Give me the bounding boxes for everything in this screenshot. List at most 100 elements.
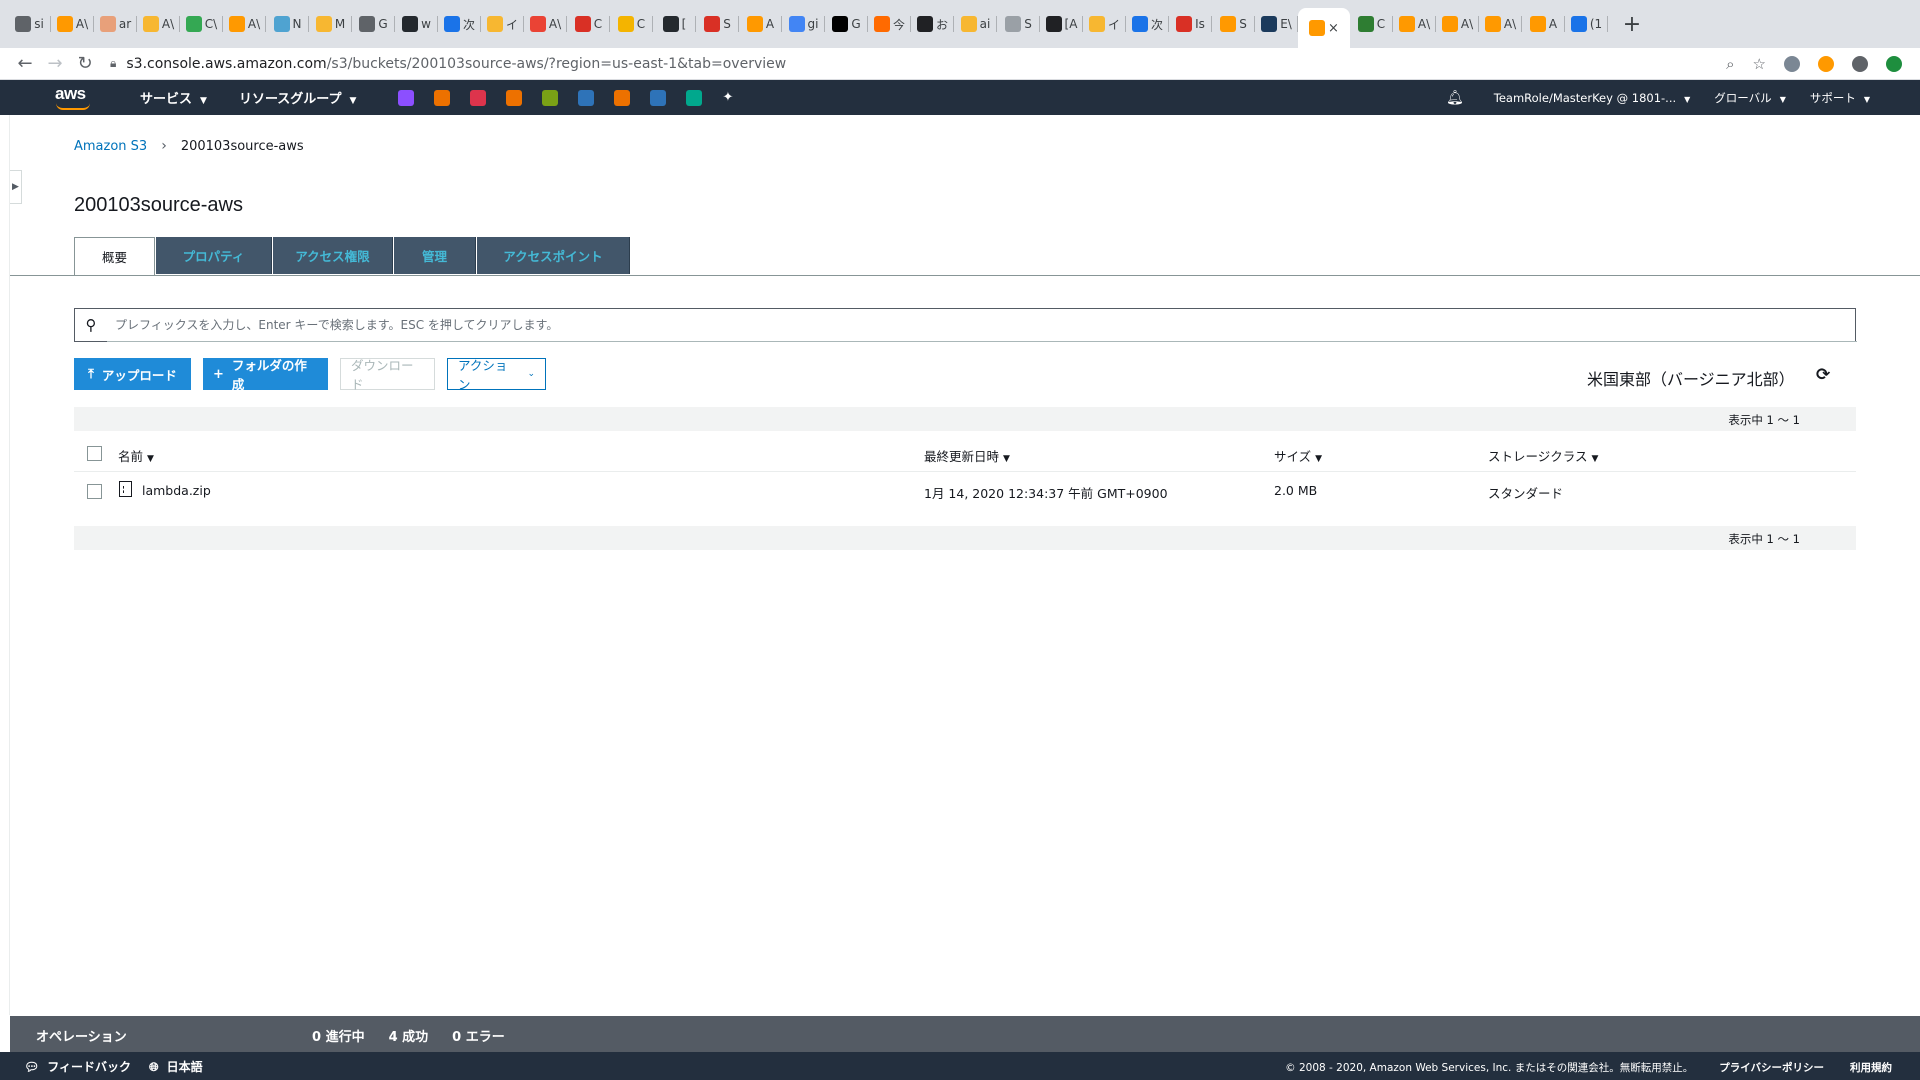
back-icon[interactable]: ← — [10, 53, 40, 74]
browser-tab[interactable]: E\ — [1255, 6, 1298, 42]
browser-tab[interactable]: A\ — [1393, 6, 1436, 42]
support-menu[interactable]: サポート ▼ — [1810, 90, 1870, 106]
browser-tab[interactable]: C — [567, 6, 610, 42]
bookmark-star-icon[interactable]: ☆ — [1753, 55, 1766, 73]
pinned-service-icon[interactable] — [506, 89, 523, 106]
profile-avatar-icon[interactable] — [1852, 55, 1868, 72]
side-panel-toggle-icon[interactable]: ▶ — [10, 170, 22, 204]
amazon-extension-icon[interactable] — [1818, 55, 1834, 72]
browser-tab[interactable]: S — [1212, 6, 1255, 42]
pinned-service-icon[interactable] — [398, 89, 415, 106]
browser-tab[interactable]: ai — [954, 6, 997, 42]
browser-tab[interactable]: A — [739, 6, 782, 42]
browser-tab[interactable]: A\ — [524, 6, 567, 42]
url-field[interactable]: 🔒︎ s3.console.aws.amazon.com/s3/buckets/… — [110, 56, 1726, 72]
browser-tab[interactable]: G — [825, 6, 868, 42]
browser-tab-title: A — [765, 17, 775, 31]
account-menu[interactable]: TeamRole/MasterKey @ 1801-... ▼ — [1494, 91, 1691, 105]
browser-tab[interactable]: G — [352, 6, 395, 42]
pinned-service-icon[interactable] — [614, 89, 631, 106]
region-menu[interactable]: グローバル ▼ — [1714, 90, 1786, 106]
file-name-link[interactable]: lambda.zip — [142, 483, 211, 498]
actions-dropdown[interactable]: アクション ⌄ — [447, 358, 546, 392]
sort-down-icon: ▼ — [1315, 454, 1323, 464]
close-tab-icon[interactable]: × — [1328, 21, 1339, 36]
feedback-link[interactable]: 💬︎ フィードバック — [24, 1058, 131, 1075]
column-size[interactable]: サイズ ▼ — [1274, 446, 1322, 465]
create-folder-button-label: フォルダの作成 — [231, 358, 307, 392]
browser-tab[interactable]: イ — [481, 6, 524, 42]
browser-tab[interactable]: A\ — [51, 6, 94, 42]
browser-tab[interactable]: w — [395, 6, 438, 42]
browser-tab[interactable]: A — [1522, 6, 1565, 42]
tab-access-points[interactable]: アクセスポイント — [477, 237, 630, 274]
pinned-service-icon[interactable] — [578, 89, 595, 106]
create-folder-button[interactable]: + フォルダの作成 — [203, 358, 328, 392]
browser-tab[interactable]: 今 — [868, 6, 911, 42]
download-button[interactable]: ダウンロード — [340, 358, 435, 392]
resource-groups-menu[interactable]: リソースグループ ▼ — [239, 88, 357, 107]
pinned-service-icon[interactable] — [470, 89, 487, 106]
tab-overview[interactable]: 概要 — [74, 237, 155, 276]
browser-tab[interactable]: A\ — [1479, 6, 1522, 42]
column-modified[interactable]: 最終更新日時 ▼ — [924, 446, 1010, 465]
browser-tab[interactable]: M — [309, 6, 352, 42]
chevron-down-icon: ⌄ — [527, 369, 535, 379]
operations-bar[interactable]: オペレーション 0 進行中 4 成功 0 エラー — [10, 1016, 1920, 1052]
terms-link[interactable]: 利用規約 — [1850, 1060, 1892, 1075]
new-tab-icon[interactable]: + — [1618, 12, 1646, 37]
favicon-icon — [1484, 16, 1501, 32]
zoom-icon[interactable]: ⌕ — [1726, 55, 1734, 73]
tab-management[interactable]: 管理 — [394, 237, 476, 274]
browser-tab[interactable]: C — [1350, 6, 1393, 42]
browser-tab[interactable]: A\ — [1436, 6, 1479, 42]
browser-tab[interactable]: 次 — [1126, 6, 1169, 42]
browser-tab[interactable]: (1 — [1565, 6, 1608, 42]
privacy-policy-link[interactable]: プライバシーポリシー — [1719, 1060, 1824, 1075]
browser-tab[interactable]: N — [266, 6, 309, 42]
column-storage-class[interactable]: ストレージクラス ▼ — [1488, 446, 1598, 465]
pinned-service-icon[interactable] — [434, 89, 451, 106]
browser-tab[interactable]: gi — [782, 6, 825, 42]
browser-tab[interactable]: ar — [94, 6, 137, 42]
reload-icon[interactable]: ↻ — [70, 53, 100, 74]
pinned-service-icon[interactable] — [650, 89, 667, 106]
browser-tab-title: A\ — [1503, 17, 1517, 31]
browser-tab[interactable]: S — [696, 6, 739, 42]
forward-icon[interactable]: → — [40, 53, 70, 74]
browser-tab-active[interactable]: × — [1298, 8, 1350, 48]
tab-permissions[interactable]: アクセス権限 — [273, 237, 393, 274]
browser-tab[interactable]: 次 — [438, 6, 481, 42]
tab-properties[interactable]: プロパティ — [156, 237, 272, 274]
column-name[interactable]: 名前 ▼ — [118, 446, 154, 465]
pinned-service-icon[interactable] — [542, 89, 559, 106]
services-menu[interactable]: サービス ▼ — [140, 88, 207, 107]
table-row[interactable]: lambda.zip 1月 14, 2020 12:34:37 午前 GMT+0… — [74, 474, 1856, 508]
browser-tab[interactable]: A\ — [223, 6, 266, 42]
search-input[interactable] — [107, 310, 1855, 340]
browser-tab[interactable]: Is — [1169, 6, 1212, 42]
browser-tab[interactable]: イ — [1083, 6, 1126, 42]
pinned-service-icon[interactable] — [686, 89, 703, 106]
aws-logo[interactable]: aws — [54, 84, 92, 112]
favicon-icon — [1357, 16, 1374, 32]
select-all-checkbox[interactable] — [87, 446, 102, 461]
pin-icon[interactable]: ✦ — [722, 90, 733, 105]
language-selector[interactable]: 🌐︎ 日本語 — [149, 1058, 203, 1075]
browser-tab[interactable]: S — [997, 6, 1040, 42]
breadcrumb-amazon-s3[interactable]: Amazon S3 — [74, 139, 147, 154]
browser-tab[interactable]: [A — [1040, 6, 1083, 42]
browser-tab[interactable]: C\ — [180, 6, 223, 42]
browser-tab[interactable]: [ — [653, 6, 696, 42]
row-checkbox[interactable] — [87, 484, 102, 499]
extension-icon[interactable] — [1784, 55, 1800, 72]
browser-tab-title: C — [593, 17, 603, 31]
browser-tab[interactable]: A\ — [137, 6, 180, 42]
browser-tab[interactable]: C — [610, 6, 653, 42]
browser-tab[interactable]: お — [911, 6, 954, 42]
update-icon[interactable] — [1886, 55, 1902, 72]
refresh-icon[interactable]: ⟳ — [1816, 365, 1830, 385]
notifications-bell-icon[interactable]: 🔔︎ — [1446, 90, 1464, 106]
upload-button[interactable]: ⤒ アップロード — [74, 358, 191, 390]
browser-tab[interactable]: si — [8, 6, 51, 42]
